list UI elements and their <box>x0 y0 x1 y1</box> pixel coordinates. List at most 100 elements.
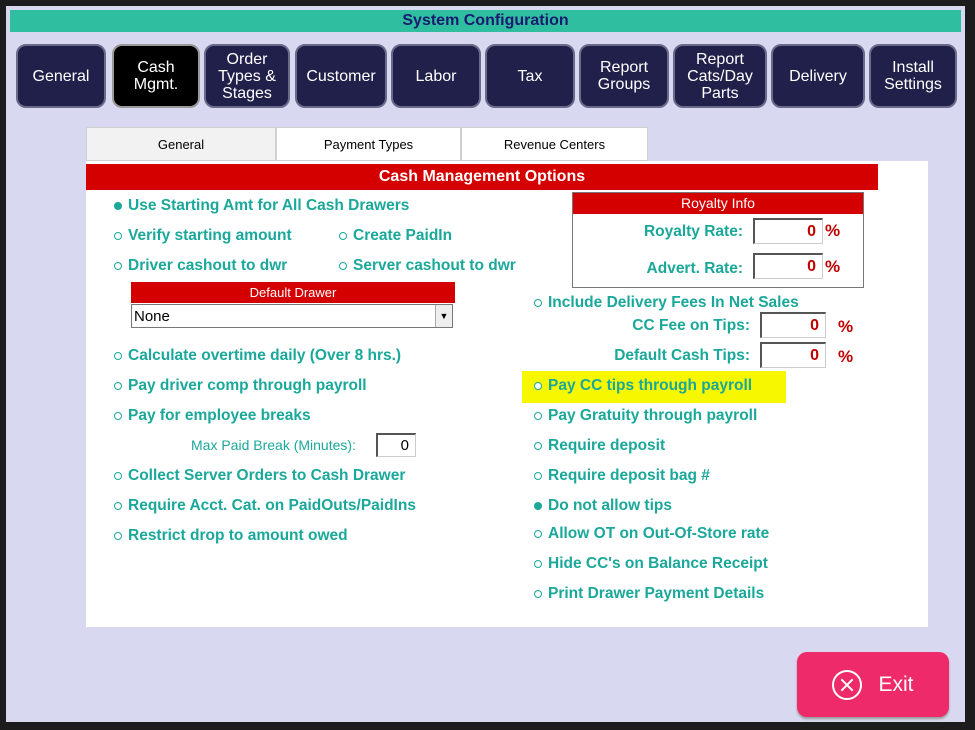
option-label: Pay driver comp through payroll <box>128 377 367 394</box>
royalty-rate-input[interactable]: 0 <box>753 218 823 244</box>
option-label: Collect Server Orders to Cash Drawer <box>128 467 406 484</box>
tab-report-cats-day-parts[interactable]: Report Cats/Day Parts <box>673 44 767 108</box>
radio-icon <box>339 232 347 240</box>
section-header: Cash Management Options <box>86 164 878 190</box>
option-label: Server cashout to dwr <box>353 257 516 274</box>
window-title: System Configuration <box>10 10 961 32</box>
option-calculate-overtime[interactable]: Calculate overtime daily (Over 8 hrs.) <box>114 347 401 365</box>
max-paid-break-label: Max Paid Break (Minutes): <box>191 437 356 453</box>
radio-icon <box>114 472 122 480</box>
option-label: Require deposit bag # <box>548 467 710 484</box>
cc-fee-percent: % <box>838 317 854 336</box>
option-label: Pay CC tips through payroll <box>548 377 753 394</box>
radio-icon <box>534 560 542 568</box>
advert-rate-percent: % <box>825 257 841 276</box>
subtab-payment-types[interactable]: Payment Types <box>276 127 461 161</box>
option-print-drawer-payment[interactable]: Print Drawer Payment Details <box>534 585 764 603</box>
radio-icon <box>114 412 122 420</box>
cc-fee-on-tips-label: CC Fee on Tips: <box>632 317 750 334</box>
royalty-rate-label: Royalty Rate: <box>643 223 743 240</box>
advert-rate-input[interactable]: 0 <box>753 253 823 279</box>
chevron-down-icon: ▼ <box>435 305 452 327</box>
royalty-info-box: Royalty Info Royalty Rate: 0 % Advert. R… <box>572 192 864 288</box>
option-require-acct-cat[interactable]: Require Acct. Cat. on PaidOuts/PaidIns <box>114 497 416 515</box>
option-label: Require Acct. Cat. on PaidOuts/PaidIns <box>128 497 416 514</box>
tab-labor[interactable]: Labor <box>391 44 481 108</box>
tab-general[interactable]: General <box>16 44 106 108</box>
option-label: Create PaidIn <box>353 227 453 244</box>
option-create-paidin[interactable]: Create PaidIn <box>339 227 452 245</box>
option-label: Verify starting amount <box>128 227 292 244</box>
radio-icon <box>114 262 122 270</box>
option-label: Require deposit <box>548 437 666 454</box>
option-pay-driver-comp[interactable]: Pay driver comp through payroll <box>114 377 367 395</box>
option-server-cashout[interactable]: Server cashout to dwr <box>339 257 516 275</box>
exit-label: Exit <box>878 672 914 696</box>
option-label: Pay for employee breaks <box>128 407 311 424</box>
radio-icon <box>339 262 347 270</box>
option-label: Include Delivery Fees In Net Sales <box>548 294 799 311</box>
radio-selected-icon <box>114 202 122 210</box>
subtab-general[interactable]: General <box>86 127 276 161</box>
option-label: Do not allow tips <box>548 497 672 514</box>
radio-icon <box>114 382 122 390</box>
option-label: Print Drawer Payment Details <box>548 585 765 602</box>
default-cash-tips-label: Default Cash Tips: <box>614 347 750 364</box>
radio-icon <box>534 382 542 390</box>
tab-customer[interactable]: Customer <box>295 44 387 108</box>
option-label: Allow OT on Out-Of-Store rate <box>548 525 770 542</box>
option-label: Restrict drop to amount owed <box>128 527 348 544</box>
cc-fee-on-tips-input[interactable]: 0 <box>760 312 826 338</box>
option-collect-server-orders[interactable]: Collect Server Orders to Cash Drawer <box>114 467 405 485</box>
option-label: Hide CC's on Balance Receipt <box>548 555 768 572</box>
option-require-deposit[interactable]: Require deposit <box>534 437 665 455</box>
option-label: Pay Gratuity through payroll <box>548 407 758 424</box>
radio-icon <box>114 532 122 540</box>
radio-icon <box>114 232 122 240</box>
radio-icon <box>534 299 542 307</box>
option-pay-employee-breaks[interactable]: Pay for employee breaks <box>114 407 311 425</box>
option-label: Calculate overtime daily (Over 8 hrs.) <box>128 347 402 364</box>
radio-icon <box>534 530 542 538</box>
exit-button[interactable]: Exit <box>797 652 949 717</box>
option-driver-cashout[interactable]: Driver cashout to dwr <box>114 257 287 275</box>
radio-icon <box>114 352 122 360</box>
radio-icon <box>534 472 542 480</box>
option-pay-cc-tips[interactable]: Pay CC tips through payroll <box>534 377 752 395</box>
close-circle-icon <box>832 669 863 700</box>
default-cash-tips-input[interactable]: 0 <box>760 342 826 368</box>
tab-tax[interactable]: Tax <box>485 44 575 108</box>
option-restrict-drop[interactable]: Restrict drop to amount owed <box>114 527 348 545</box>
option-label: Driver cashout to dwr <box>128 257 288 274</box>
option-include-delivery-fees[interactable]: Include Delivery Fees In Net Sales <box>534 294 799 312</box>
option-require-deposit-bag[interactable]: Require deposit bag # <box>534 467 710 485</box>
tab-install-settings[interactable]: Install Settings <box>869 44 957 108</box>
option-label: Use Starting Amt for All Cash Drawers <box>128 197 410 214</box>
advert-rate-label: Advert. Rate: <box>646 260 743 277</box>
option-use-starting-amt[interactable]: Use Starting Amt for All Cash Drawers <box>114 197 409 215</box>
radio-icon <box>114 502 122 510</box>
radio-icon <box>534 590 542 598</box>
option-verify-starting-amount[interactable]: Verify starting amount <box>114 227 292 245</box>
default-cash-tips-percent: % <box>838 347 854 366</box>
option-pay-gratuity[interactable]: Pay Gratuity through payroll <box>534 407 757 425</box>
option-do-not-allow-tips[interactable]: Do not allow tips <box>534 497 672 515</box>
royalty-info-header: Royalty Info <box>573 193 863 214</box>
radio-icon <box>534 442 542 450</box>
radio-selected-icon <box>534 502 542 510</box>
subtab-revenue-centers[interactable]: Revenue Centers <box>461 127 648 161</box>
tab-order-types-stages[interactable]: Order Types & Stages <box>204 44 290 108</box>
max-paid-break-input[interactable]: 0 <box>376 433 416 457</box>
main-tab-bar: General Cash Mgmt. Order Types & Stages … <box>16 44 957 114</box>
default-drawer-value: None <box>134 308 170 325</box>
cash-management-panel: Cash Management Options Use Starting Amt… <box>86 161 928 627</box>
option-allow-ot[interactable]: Allow OT on Out-Of-Store rate <box>534 525 769 543</box>
tab-delivery[interactable]: Delivery <box>771 44 865 108</box>
default-drawer-header: Default Drawer <box>131 282 455 303</box>
tab-report-groups[interactable]: Report Groups <box>579 44 669 108</box>
default-drawer-select[interactable]: None ▼ <box>131 304 453 328</box>
tab-cash-mgmt[interactable]: Cash Mgmt. <box>112 44 200 108</box>
royalty-rate-percent: % <box>825 221 841 240</box>
radio-icon <box>534 412 542 420</box>
option-hide-cc[interactable]: Hide CC's on Balance Receipt <box>534 555 768 573</box>
